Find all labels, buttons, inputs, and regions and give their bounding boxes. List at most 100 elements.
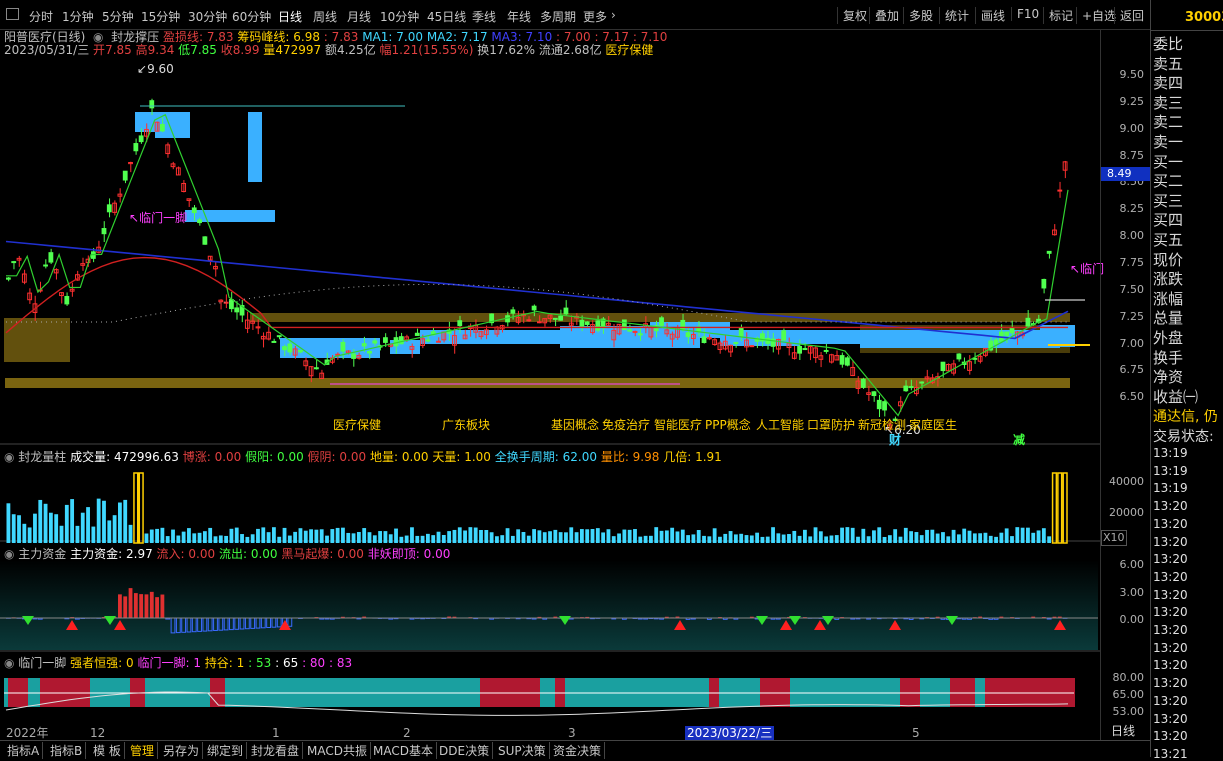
bottom-tab-1[interactable]: 指标B xyxy=(47,742,86,759)
fund-bar xyxy=(155,597,159,618)
concept-4[interactable]: 智能医疗 xyxy=(654,418,702,432)
candle-body xyxy=(538,322,542,323)
toolbar-button-0[interactable]: 复权 xyxy=(837,7,867,24)
bottom-tab-6[interactable]: 封龙看盘 xyxy=(248,742,303,759)
volume-bar xyxy=(405,536,409,543)
period-tab-4[interactable]: 30分钟 xyxy=(188,8,227,25)
concept-2[interactable]: 基因概念 xyxy=(551,418,599,432)
toolbar-button-5[interactable]: F10 xyxy=(1011,7,1039,21)
bottom-tab-7[interactable]: MACD共振 xyxy=(304,742,371,759)
bottom-tab-9[interactable]: DDE决策 xyxy=(436,742,493,759)
volume-bar xyxy=(235,528,239,543)
ljy-settings-icon[interactable]: ◉ xyxy=(4,656,18,670)
concept-1[interactable]: 广东板块 xyxy=(442,418,490,432)
bottom-tab-2[interactable]: 模 板 xyxy=(90,742,125,759)
quote-row-14: 总量 xyxy=(1153,307,1183,328)
candle-body xyxy=(399,337,403,344)
fund-settings-icon[interactable]: ◉ xyxy=(4,547,18,561)
bottom-tab-11[interactable]: 资金决策 xyxy=(550,742,605,759)
main-pairs-8: : 7.10 xyxy=(633,30,668,44)
volume-bar xyxy=(1026,528,1030,543)
toolbar-button-1[interactable]: 叠加 xyxy=(869,7,899,24)
volume-bar xyxy=(697,530,701,543)
period-tab-14[interactable]: 更多 xyxy=(583,8,607,25)
bottom-tab-3[interactable]: 管理 xyxy=(127,742,158,759)
volume-bar xyxy=(214,536,218,543)
period-tab-1[interactable]: 1分钟 xyxy=(62,8,94,25)
fund-bar xyxy=(139,594,143,618)
concept-6[interactable]: 人工智能 xyxy=(756,418,804,432)
period-tab-5[interactable]: 60分钟 xyxy=(232,8,271,25)
volume-bar xyxy=(989,536,993,543)
toolbar-button-3[interactable]: 统计 xyxy=(939,7,969,24)
candle-body xyxy=(686,333,690,337)
candle-body xyxy=(458,321,462,326)
period-tab-7[interactable]: 周线 xyxy=(313,8,337,25)
main-price_ticks-1: 9.25 xyxy=(1120,95,1145,108)
volume-bar xyxy=(240,534,244,543)
bottom-tab-5[interactable]: 绑定到 xyxy=(204,742,247,759)
volume-bar xyxy=(145,533,149,543)
badge-cai[interactable]: 财 xyxy=(889,433,901,447)
candle-body xyxy=(766,339,770,344)
toolbar-button-7[interactable]: +自选 xyxy=(1076,7,1116,24)
volume-bar xyxy=(160,528,164,543)
period-tab-12[interactable]: 年线 xyxy=(507,8,531,25)
bottom-tab-4[interactable]: 另存为 xyxy=(160,742,203,759)
volume-bar xyxy=(745,535,749,543)
concept-9[interactable]: 家庭医生 xyxy=(909,418,957,432)
badge-jian[interactable]: 减 xyxy=(1013,433,1025,447)
toolbar-button-6[interactable]: 标记 xyxy=(1043,7,1073,24)
bottom-tab-10[interactable]: SUP决策 xyxy=(495,742,550,759)
main-price_ticks-3: 8.75 xyxy=(1120,149,1145,162)
period-tab-6[interactable]: 日线 xyxy=(278,8,302,25)
period-tab-0[interactable]: 分时 xyxy=(29,8,53,25)
indicator-dropdown-icon[interactable]: ◉ xyxy=(89,30,107,44)
more-chevron-icon[interactable]: › xyxy=(611,8,616,22)
candle-body xyxy=(957,354,961,359)
menu-icon[interactable] xyxy=(6,8,19,20)
period-tab-13[interactable]: 多周期 xyxy=(540,8,576,25)
volume-bar xyxy=(845,527,849,543)
stock-code[interactable]: 30003 xyxy=(1185,10,1223,25)
concept-7[interactable]: 口罩防护 xyxy=(807,418,855,432)
period-tab-3[interactable]: 15分钟 xyxy=(141,8,180,25)
volume-bar xyxy=(277,537,281,543)
vol-pairs-6: 全换手周期: 62.00 xyxy=(495,450,597,464)
volume-bar xyxy=(49,513,53,543)
period-tab-8[interactable]: 月线 xyxy=(347,8,371,25)
volume-bar xyxy=(44,504,48,543)
concept-5[interactable]: PPP概念 xyxy=(705,418,751,432)
period-tab-11[interactable]: 季线 xyxy=(472,8,496,25)
period-tab-9[interactable]: 10分钟 xyxy=(380,8,419,25)
concept-3[interactable]: 免疫治疗 xyxy=(602,418,650,432)
vol-header: ◉ 封龙量柱 成交量: 472996.63 博涨: 0.00 假阳: 0.00 … xyxy=(4,450,722,464)
vol-settings-icon[interactable]: ◉ xyxy=(4,450,18,464)
period-tab-10[interactable]: 45日线 xyxy=(427,8,466,25)
period-tab-2[interactable]: 5分钟 xyxy=(102,8,134,25)
toolbar-button-4[interactable]: 画线 xyxy=(975,7,1005,24)
volume-bar xyxy=(352,533,356,543)
ljy-tag: ↖临门一脚 xyxy=(129,211,187,225)
concept-0[interactable]: 医疗保健 xyxy=(333,418,381,432)
volume-bar xyxy=(272,527,276,543)
toolbar-button-8[interactable]: 返回 xyxy=(1114,7,1144,24)
indicator-name: 封龙撑压 xyxy=(111,30,159,44)
chart-area[interactable]: 阳普医疗(日线) ◉ 封龙撑压 盈损线: 7.83 筹码峰线: 6.98 : 7… xyxy=(0,30,1100,740)
volume-bar xyxy=(1058,473,1062,543)
fund-bar xyxy=(129,588,133,618)
volume-bar xyxy=(129,525,133,543)
volume-bar xyxy=(506,528,510,543)
volume-bar xyxy=(553,530,557,543)
main-price_ticks-2: 9.00 xyxy=(1120,122,1145,135)
bottom-tab-8[interactable]: MACD基本 xyxy=(370,742,437,759)
main-price_ticks-8: 7.50 xyxy=(1120,283,1145,296)
olive-block-left xyxy=(4,318,70,362)
candle-body xyxy=(904,386,908,391)
toolbar-button-2[interactable]: 多股 xyxy=(903,7,933,24)
volume-bar xyxy=(1015,527,1019,543)
bottom-tab-0[interactable]: 指标A xyxy=(4,742,43,759)
trade-time-4: 13:20 xyxy=(1153,517,1188,531)
concept-8[interactable]: 新冠检测 xyxy=(858,418,906,432)
quote-row-4: 卖二 xyxy=(1153,111,1183,132)
